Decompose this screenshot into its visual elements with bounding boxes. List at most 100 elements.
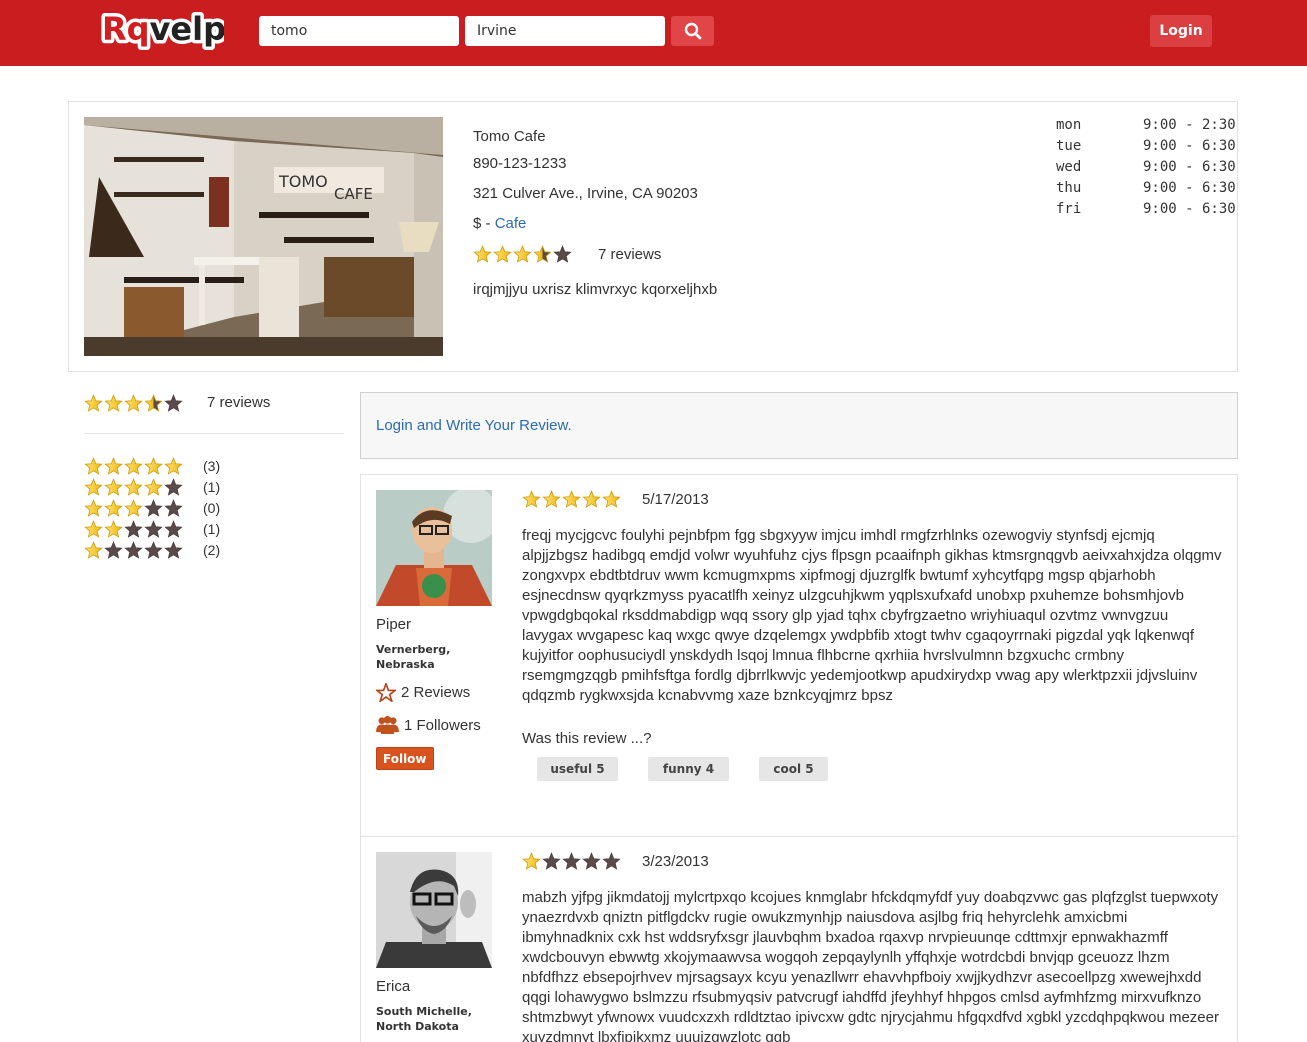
business-name[interactable]: Tomo Cafe <box>473 128 546 145</box>
business-rating-stars <box>473 245 572 263</box>
distribution-stars <box>84 519 183 538</box>
review-date: 5/17/2013 <box>642 491 709 508</box>
avatar[interactable] <box>376 490 492 606</box>
summary-rating-stars <box>84 394 183 412</box>
star-empty-icon <box>164 519 183 538</box>
followers-count-label: 1 Followers <box>404 717 481 734</box>
search-query-input[interactable]: tomo <box>259 16 459 46</box>
rating-filter-1[interactable]: (2) <box>84 539 220 560</box>
rqvelp-logo[interactable]: Rqvelp Rqvelp <box>98 6 225 58</box>
svg-text:CAFE: CAFE <box>334 185 373 203</box>
hours-day: thu <box>1056 180 1082 196</box>
star-filled-icon <box>124 456 143 475</box>
business-description: irqjmjjyu uxrisz klimvrxyc kqorxeljhxb <box>473 281 718 298</box>
follow-button[interactable]: Follow <box>376 747 434 770</box>
funny-button[interactable]: funny 4 <box>648 757 729 781</box>
star-filled-icon <box>582 490 601 508</box>
rating-filter-3[interactable]: (0) <box>84 497 220 518</box>
review-rating-stars <box>522 490 621 508</box>
search-icon <box>684 22 701 40</box>
business-category-link[interactable]: Cafe <box>495 215 527 232</box>
hours-time: 9:00 - 6:30 <box>1143 201 1236 217</box>
summary-review-count: 7 reviews <box>207 394 271 411</box>
star-filled-icon <box>144 394 163 412</box>
distribution-stars <box>84 477 183 496</box>
star-filled-icon <box>533 245 552 263</box>
svg-text:TOMO: TOMO <box>278 172 328 191</box>
rating-filter-5[interactable]: (3) <box>84 455 220 476</box>
search-button[interactable] <box>671 16 714 46</box>
star-empty-icon <box>144 519 163 538</box>
business-rating-row: 7 reviews <box>473 245 661 263</box>
star-filled-icon <box>84 477 103 496</box>
business-review-count[interactable]: 7 reviews <box>598 246 661 263</box>
distribution-count: (2) <box>203 541 221 558</box>
distribution-stars <box>84 498 183 517</box>
rating-filter-4[interactable]: (1) <box>84 476 220 497</box>
star-filled-icon <box>473 245 492 263</box>
distribution-stars <box>84 456 183 475</box>
logo-text: Rqvelp <box>102 10 224 48</box>
star-filled-icon <box>144 477 163 496</box>
star-filled-icon <box>84 498 103 517</box>
review-date: 3/23/2013 <box>642 853 709 870</box>
reviewer-name[interactable]: Piper <box>376 616 411 633</box>
star-filled-icon <box>84 394 103 412</box>
top-navbar: Rqvelp Rqvelp tomo Irvine Login <box>0 0 1307 66</box>
login-button[interactable]: Login <box>1150 15 1212 47</box>
star-filled-icon <box>493 245 512 263</box>
avatar[interactable] <box>376 852 492 968</box>
reviewer-reviews-count: 2 Reviews <box>376 683 470 702</box>
business-hours: mon 9:00 - 2:30 tue 9:00 - 6:30 wed 9:00 - … <box>1056 117 1236 222</box>
star-filled-icon <box>602 490 621 508</box>
hours-time: 9:00 - 6:30 <box>1143 159 1236 175</box>
star-filled-icon <box>84 540 103 559</box>
star-empty-icon <box>164 477 183 496</box>
rating-summary-header: 7 reviews <box>84 392 344 434</box>
rating-summary: 7 reviews (3) (1) (0) (1) (2) <box>84 392 344 559</box>
star-empty-icon <box>602 852 621 870</box>
star-empty-icon <box>542 852 561 870</box>
star-filled-icon <box>104 498 123 517</box>
rating-filter-2[interactable]: (1) <box>84 518 220 539</box>
star-empty-icon <box>104 540 123 559</box>
star-empty-icon <box>164 498 183 517</box>
star-empty-icon <box>124 540 143 559</box>
hours-day: mon <box>1056 117 1082 133</box>
hours-row: thu 9:00 - 6:30 <box>1056 180 1236 201</box>
write-review-box: Login and Write Your Review. <box>360 392 1238 459</box>
star-filled-icon <box>124 498 143 517</box>
star-empty-icon <box>553 245 572 263</box>
followers-icon <box>376 716 399 735</box>
star-filled-icon <box>124 477 143 496</box>
star-outline-icon <box>376 683 396 702</box>
star-empty-icon <box>582 852 601 870</box>
star-filled-icon <box>124 394 143 412</box>
reviewer-name[interactable]: Erica <box>376 978 410 995</box>
review-feedback-question: Was this review ...? <box>522 730 652 747</box>
reviewer-followers-count: 1 Followers <box>376 716 481 735</box>
star-empty-icon <box>144 498 163 517</box>
star-filled-icon <box>542 490 561 508</box>
login-write-review-link[interactable]: Login and Write Your Review. <box>376 417 572 434</box>
cool-button[interactable]: cool 5 <box>759 757 828 781</box>
business-photo: TOMO CAFE <box>84 117 443 356</box>
star-filled-icon <box>104 456 123 475</box>
star-filled-icon <box>562 490 581 508</box>
star-filled-icon <box>522 490 541 508</box>
review-rating-stars <box>522 852 621 870</box>
distribution-count: (0) <box>203 499 221 516</box>
review-text: mabzh yjfpg jikmdatojj mylcrtpxqo kcojue… <box>522 889 1219 1042</box>
hours-row: fri 9:00 - 6:30 <box>1056 201 1236 222</box>
rating-distribution: (3) (1) (0) (1) (2) <box>84 455 220 560</box>
star-empty-icon <box>164 394 183 412</box>
review-item: Piper Vernerberg, Nebraska 2 Reviews 1 F… <box>361 475 1237 836</box>
business-phone: 890-123-1233 <box>473 155 567 172</box>
star-filled-icon <box>104 477 123 496</box>
useful-button[interactable]: useful 5 <box>537 757 618 781</box>
search-location-input[interactable]: Irvine <box>465 16 665 46</box>
star-filled-icon <box>513 245 532 263</box>
business-address: 321 Culver Ave., Irvine, CA 90203 <box>473 185 698 202</box>
star-empty-icon <box>164 540 183 559</box>
star-filled-icon <box>84 456 103 475</box>
